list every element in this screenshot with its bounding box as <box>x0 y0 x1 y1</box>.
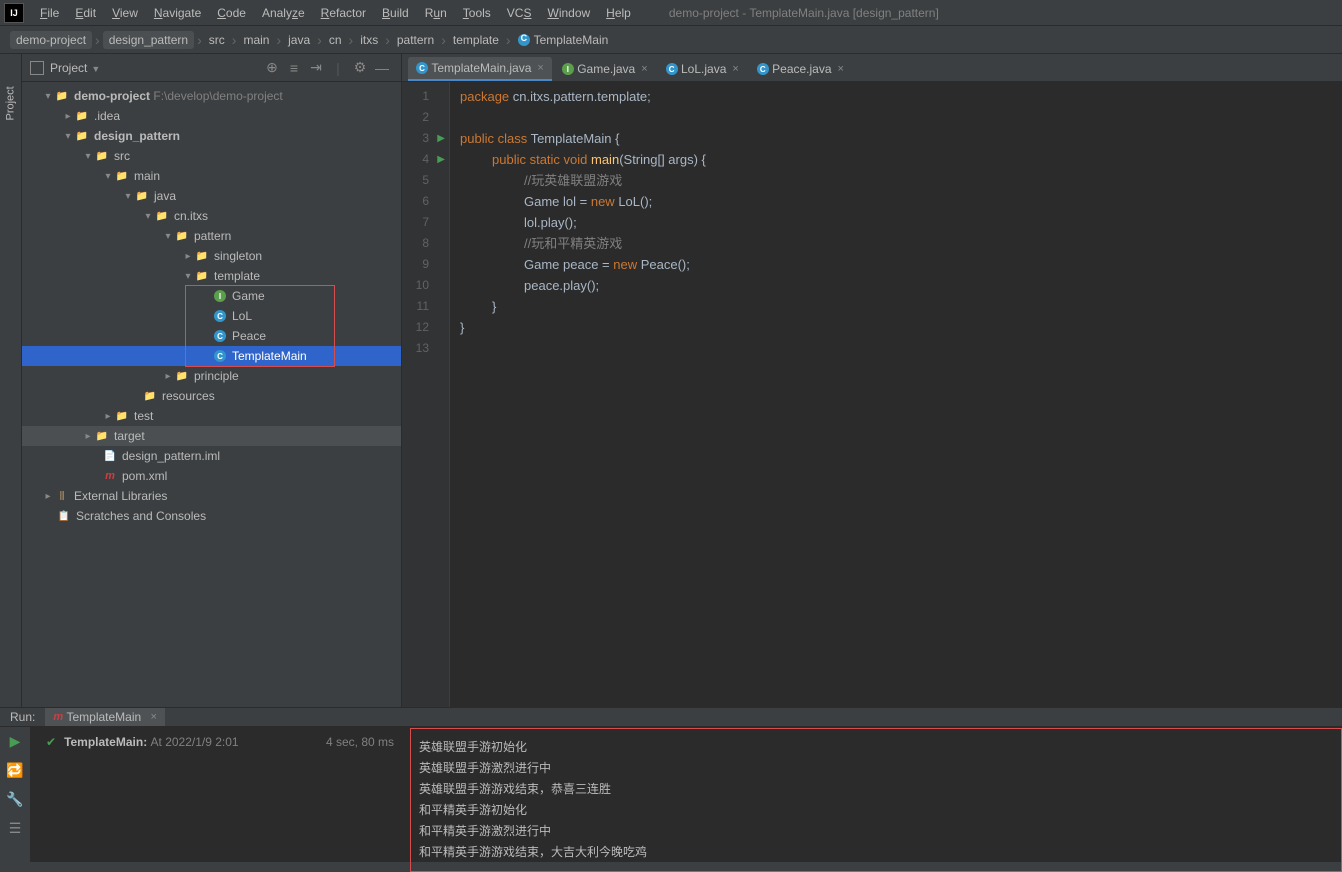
tree-main[interactable]: ▾📁main <box>22 166 401 186</box>
menu-run[interactable]: Run <box>417 3 455 23</box>
bc-module[interactable]: design_pattern <box>103 31 194 49</box>
close-icon[interactable]: × <box>732 63 738 75</box>
menu-help[interactable]: Help <box>598 3 639 23</box>
structure-sidebar-label[interactable]: cture <box>0 836 2 860</box>
tree-scratches[interactable]: 📋Scratches and Consoles <box>22 506 401 526</box>
tree-template[interactable]: ▾📁template <box>22 266 401 286</box>
code-content[interactable]: package cn.itxs.pattern.template; public… <box>450 82 1342 707</box>
menu-vcs[interactable]: VCS <box>499 3 540 23</box>
pin-icon[interactable]: ☰ <box>9 820 22 837</box>
run-status: ✔ TemplateMain: At 2022/1/9 2:01 4 sec, … <box>30 727 410 872</box>
tree-lol[interactable]: CLoL <box>22 306 401 326</box>
bc-template[interactable]: template <box>449 31 503 49</box>
run-header: Run: m TemplateMain × <box>0 708 1342 727</box>
close-icon[interactable]: × <box>537 62 543 74</box>
tab-templatemain[interactable]: C TemplateMain.java× <box>408 57 552 81</box>
class-icon: C <box>416 62 428 74</box>
bc-project[interactable]: demo-project <box>10 31 92 49</box>
bc-java[interactable]: java <box>284 31 314 49</box>
menu-tools[interactable]: Tools <box>455 3 499 23</box>
tree-idea[interactable]: ▸📁.idea <box>22 106 401 126</box>
sidebar-project-label[interactable]: Project <box>5 100 17 121</box>
gear-icon[interactable]: ⚙ <box>349 57 371 79</box>
divider: | <box>327 57 349 79</box>
debug-icon[interactable]: 🔁 <box>6 762 23 779</box>
editor-area: C TemplateMain.java× I Game.java× C LoL.… <box>402 54 1342 707</box>
tree-peace[interactable]: CPeace <box>22 326 401 346</box>
run-gutter-icon[interactable]: ▶ <box>437 149 445 170</box>
run-gutter-icon[interactable]: ▶ <box>437 128 445 149</box>
tree-iml[interactable]: 📄design_pattern.iml <box>22 446 401 466</box>
left-gutter: Project <box>0 54 22 707</box>
bc-itxs[interactable]: itxs <box>356 31 382 49</box>
collapse-icon[interactable]: ⇥ <box>305 57 327 79</box>
tree-test[interactable]: ▸📁test <box>22 406 401 426</box>
menu-view[interactable]: View <box>104 3 146 23</box>
tab-game[interactable]: I Game.java× <box>554 57 656 81</box>
tree-game[interactable]: IGame <box>22 286 401 306</box>
close-icon[interactable]: × <box>838 63 844 75</box>
project-panel-header: Project▼ ⊕ ≡ ⇥ | ⚙ — <box>22 54 401 82</box>
run-duration: 4 sec, 80 ms <box>326 735 394 864</box>
close-icon[interactable]: × <box>641 63 647 75</box>
menu-refactor[interactable]: Refactor <box>313 3 374 23</box>
editor-tabs: C TemplateMain.java× I Game.java× C LoL.… <box>402 54 1342 82</box>
check-icon: ✔ <box>46 735 56 864</box>
tree-target[interactable]: ▸📁target <box>22 426 401 446</box>
tree-resources[interactable]: 📁resources <box>22 386 401 406</box>
class-icon: C <box>757 63 769 75</box>
tree-pattern[interactable]: ▾📁pattern <box>22 226 401 246</box>
hide-icon[interactable]: — <box>371 57 393 79</box>
window-title: demo-project - TemplateMain.java [design… <box>669 6 939 20</box>
breadcrumb: demo-project› design_pattern› src› main›… <box>0 26 1342 54</box>
menu-edit[interactable]: Edit <box>67 3 104 23</box>
tree-src[interactable]: ▾📁src <box>22 146 401 166</box>
tree-external[interactable]: ▸⫼External Libraries <box>22 486 401 506</box>
bc-pattern[interactable]: pattern <box>393 31 438 49</box>
console-output[interactable]: 英雄联盟手游初始化 英雄联盟手游激烈进行中 英雄联盟手游游戏结束，恭喜三连胜 和… <box>410 728 1342 872</box>
bc-src[interactable]: src <box>205 31 229 49</box>
tree-root[interactable]: ▾📁demo-project F:\develop\demo-project <box>22 86 401 106</box>
project-tree[interactable]: ▾📁demo-project F:\develop\demo-project ▸… <box>22 82 401 707</box>
tree-pom[interactable]: mpom.xml <box>22 466 401 486</box>
run-tab[interactable]: m TemplateMain × <box>45 708 165 726</box>
tree-singleton[interactable]: ▸📁singleton <box>22 246 401 266</box>
tab-peace[interactable]: C Peace.java× <box>749 57 852 81</box>
menubar: IJ File Edit View Navigate Code Analyze … <box>0 0 1342 26</box>
panel-icon <box>30 61 44 75</box>
app-icon: IJ <box>4 3 24 23</box>
panel-title[interactable]: Project▼ <box>50 61 261 75</box>
menu-navigate[interactable]: Navigate <box>146 3 209 23</box>
locate-icon[interactable]: ⊕ <box>261 57 283 79</box>
close-icon[interactable]: × <box>151 711 157 723</box>
run-label: Run: <box>10 710 35 724</box>
project-panel: Project▼ ⊕ ≡ ⇥ | ⚙ — ▾📁demo-project F:\d… <box>22 54 402 707</box>
wrench-icon[interactable]: 🔧 <box>6 791 23 808</box>
menu-build[interactable]: Build <box>374 3 417 23</box>
menu-file[interactable]: File <box>32 3 67 23</box>
run-status-name: TemplateMain: <box>64 735 147 864</box>
tree-cnitxs[interactable]: ▾📁cn.itxs <box>22 206 401 226</box>
tree-java[interactable]: ▾📁java <box>22 186 401 206</box>
run-status-time: At 2022/1/9 2:01 <box>151 735 239 864</box>
tree-design-pattern[interactable]: ▾📁design_pattern <box>22 126 401 146</box>
tree-templatemain[interactable]: CTemplateMain <box>22 346 401 366</box>
run-panel: Run: m TemplateMain × ▶ 🔁 🔧 ☰ ✔ Template… <box>0 707 1342 862</box>
interface-icon: I <box>562 63 574 75</box>
bc-main[interactable]: main <box>239 31 273 49</box>
tab-lol[interactable]: C LoL.java× <box>658 57 747 81</box>
gutter: 1 2 3▶ 4▶ 5 6 7 8 9 10 11 12 13 <box>402 82 450 707</box>
rerun-icon[interactable]: ▶ <box>10 733 21 750</box>
bc-file[interactable]: TemplateMain <box>514 31 613 49</box>
menu-analyze[interactable]: Analyze <box>254 3 313 23</box>
run-toolbar: ▶ 🔁 🔧 ☰ <box>0 727 30 872</box>
expand-icon[interactable]: ≡ <box>283 57 305 79</box>
class-icon: C <box>666 63 678 75</box>
menu-window[interactable]: Window <box>539 3 598 23</box>
bc-cn[interactable]: cn <box>325 31 346 49</box>
editor-body[interactable]: 1 2 3▶ 4▶ 5 6 7 8 9 10 11 12 13 package … <box>402 82 1342 707</box>
menu-code[interactable]: Code <box>209 3 254 23</box>
tree-principle[interactable]: ▸📁principle <box>22 366 401 386</box>
